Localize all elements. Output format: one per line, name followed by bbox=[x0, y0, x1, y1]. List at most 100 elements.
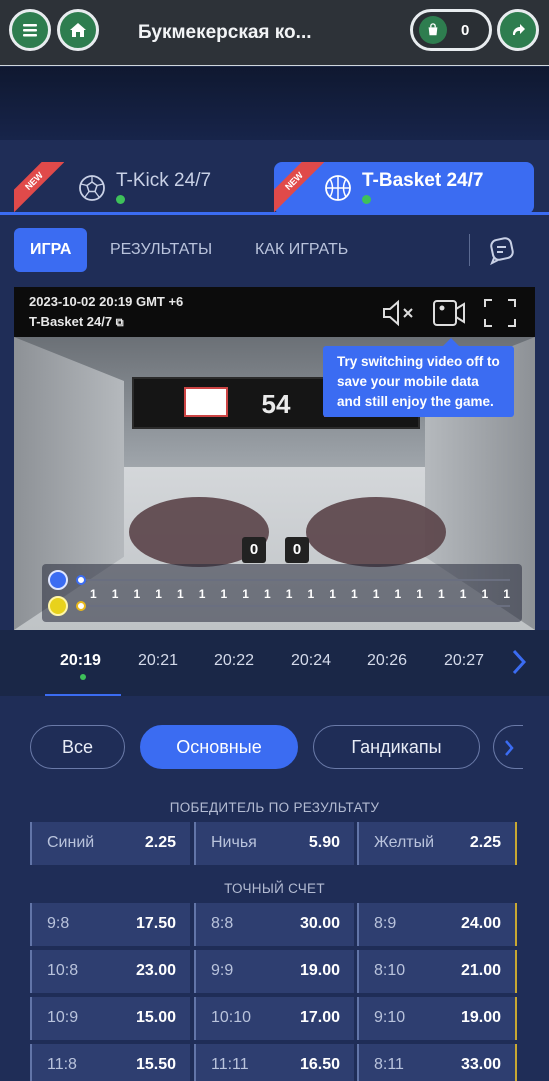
time-slot[interactable]: 20:22 bbox=[214, 652, 254, 670]
video-camera-icon[interactable] bbox=[431, 296, 467, 330]
tab-t-basket[interactable]: NEW T-Basket 24/7 bbox=[274, 162, 534, 214]
filters-scroll-button[interactable] bbox=[493, 725, 523, 769]
nav-game[interactable]: ИГРА bbox=[14, 228, 88, 272]
market-title: ТОЧНЫЙ СЧЕТ bbox=[224, 881, 325, 896]
share-button[interactable] bbox=[497, 9, 539, 51]
nav-divider bbox=[469, 234, 470, 266]
odd-button[interactable]: 8:8 30.00 bbox=[194, 903, 354, 946]
shopping-bag-icon bbox=[419, 16, 447, 44]
timeline-mark: 1 bbox=[111, 587, 119, 601]
odd-button[interactable]: 11:8 15.50 bbox=[30, 1044, 190, 1081]
mute-icon[interactable] bbox=[380, 296, 416, 330]
hamburger-icon bbox=[23, 24, 37, 37]
live-indicator bbox=[362, 195, 371, 204]
filter-main[interactable]: Основные bbox=[140, 725, 298, 769]
timeline-mark: 1 bbox=[351, 587, 358, 601]
header-band bbox=[0, 67, 549, 140]
odd-button[interactable]: 10:9 15.00 bbox=[30, 997, 190, 1040]
odd-button[interactable]: 8:11 33.00 bbox=[357, 1044, 517, 1081]
nav-how-to-play[interactable]: КАК ИГРАТЬ bbox=[255, 228, 348, 272]
filter-all[interactable]: Все bbox=[30, 725, 125, 769]
live-indicator bbox=[80, 674, 86, 680]
yellow-jersey-icon bbox=[48, 596, 68, 616]
bet-slip-count: 0 bbox=[461, 21, 470, 39]
market-title: ПОБЕДИТЕЛЬ ПО РЕЗУЛЬТАТУ bbox=[169, 800, 380, 815]
score-timeline: 11111111111111111111 bbox=[42, 564, 522, 622]
timeline-mark: 1 bbox=[285, 587, 293, 601]
odd-button[interactable]: 9:8 17.50 bbox=[30, 903, 190, 946]
timeline-mark: 1 bbox=[459, 587, 467, 601]
nav-results[interactable]: РЕЗУЛЬТАТЫ bbox=[110, 228, 212, 272]
chevron-right-icon[interactable] bbox=[510, 648, 528, 676]
chevron-right-icon bbox=[505, 740, 514, 756]
odd-button[interactable]: 10:10 17.00 bbox=[194, 997, 354, 1040]
page-title: Букмекерская ко... bbox=[138, 22, 312, 43]
top-bar: Букмекерская ко... 0 bbox=[0, 0, 549, 66]
filter-handicaps[interactable]: Гандикапы bbox=[313, 725, 480, 769]
new-badge: NEW bbox=[274, 162, 324, 212]
odd-button[interactable]: 11:11 16.50 bbox=[194, 1044, 354, 1081]
time-slot[interactable]: 20:24 bbox=[291, 652, 331, 670]
basketball-hoop bbox=[184, 387, 228, 417]
video-header: 2023-10-02 20:19 GMT +6 T-Basket 24/7 ⧉ bbox=[14, 287, 535, 337]
tab-label: T-Kick 24/7 bbox=[116, 170, 212, 191]
odd-button[interactable]: 9:9 19.00 bbox=[194, 950, 354, 993]
chat-icon[interactable] bbox=[486, 234, 518, 266]
share-arrow-icon bbox=[512, 24, 525, 35]
timeline-marks: 11111111111111111111 bbox=[90, 587, 510, 601]
tab-underline bbox=[0, 212, 549, 215]
section-nav: ИГРА РЕЗУЛЬТАТЫ КАК ИГРАТЬ bbox=[14, 228, 534, 272]
time-slot[interactable]: 20:27 bbox=[444, 652, 484, 670]
soccer-ball-icon bbox=[79, 175, 105, 201]
odd-button[interactable]: 9:10 19.00 bbox=[357, 997, 517, 1040]
odd-button[interactable]: 8:9 24.00 bbox=[357, 903, 517, 946]
timeline-track bbox=[80, 605, 510, 607]
basketball-icon bbox=[325, 175, 351, 201]
home-button[interactable] bbox=[57, 9, 99, 51]
timeline-mark: 1 bbox=[394, 587, 402, 601]
menu-button[interactable] bbox=[9, 9, 51, 51]
timeline-mark: 1 bbox=[155, 587, 162, 601]
timeline-mark: 1 bbox=[242, 587, 249, 601]
basketball-arena-stream: 54 0 0 Try switching video off to save y… bbox=[14, 337, 535, 630]
odd-button[interactable]: 8:10 21.00 bbox=[357, 950, 517, 993]
tab-t-kick[interactable]: NEW T-Kick 24/7 bbox=[14, 162, 266, 214]
timeline-mark: 1 bbox=[90, 587, 97, 601]
time-slot[interactable]: 20:19 bbox=[60, 652, 101, 670]
timeline-start-blue bbox=[76, 575, 86, 585]
timeline-mark: 1 bbox=[264, 587, 271, 601]
live-indicator bbox=[116, 195, 125, 204]
video-timestamp: 2023-10-02 20:19 GMT +6 bbox=[29, 294, 184, 309]
timeline-mark: 1 bbox=[133, 587, 141, 601]
new-badge: NEW bbox=[14, 162, 64, 212]
timeline-mark: 1 bbox=[416, 587, 423, 601]
timeline-mark: 1 bbox=[438, 587, 445, 601]
data-saver-tooltip: Try switching video off to save your mob… bbox=[323, 338, 514, 417]
main-panel: NEW T-Kick 24/7 NEW T-Basket 24/7 ИГРА Р… bbox=[0, 140, 549, 1081]
timeline-track bbox=[80, 579, 510, 581]
away-score: 0 bbox=[285, 537, 309, 563]
court-circle bbox=[306, 497, 446, 567]
time-slot[interactable]: 20:26 bbox=[367, 652, 407, 670]
odd-button[interactable]: 10:8 23.00 bbox=[30, 950, 190, 993]
timeline-mark: 1 bbox=[177, 587, 184, 601]
timeline-mark: 1 bbox=[307, 587, 315, 601]
timeline-mark: 1 bbox=[198, 587, 206, 601]
blue-jersey-icon bbox=[48, 570, 68, 590]
home-score: 0 bbox=[242, 537, 266, 563]
video-game-name: T-Basket 24/7 ⧉ bbox=[29, 314, 124, 329]
active-slot-underline bbox=[45, 694, 121, 696]
timeline-mark: 1 bbox=[220, 587, 228, 601]
video-player[interactable]: 2023-10-02 20:19 GMT +6 T-Basket 24/7 ⧉ … bbox=[14, 287, 535, 630]
tab-label: T-Basket 24/7 bbox=[362, 170, 484, 191]
time-slot[interactable]: 20:21 bbox=[138, 652, 178, 670]
copy-icon: ⧉ bbox=[115, 317, 124, 329]
odd-button[interactable]: Желтый 2.25 bbox=[357, 822, 517, 865]
market-filters: Все Основные Гандикапы bbox=[30, 725, 549, 769]
timeline-start-yellow bbox=[76, 601, 86, 611]
bet-slip-button[interactable]: 0 bbox=[410, 9, 492, 51]
odd-button[interactable]: Синий 2.25 bbox=[30, 822, 190, 865]
timeline-mark: 1 bbox=[503, 587, 510, 601]
odd-button[interactable]: Ничья 5.90 bbox=[194, 822, 354, 865]
fullscreen-icon[interactable] bbox=[482, 296, 518, 330]
